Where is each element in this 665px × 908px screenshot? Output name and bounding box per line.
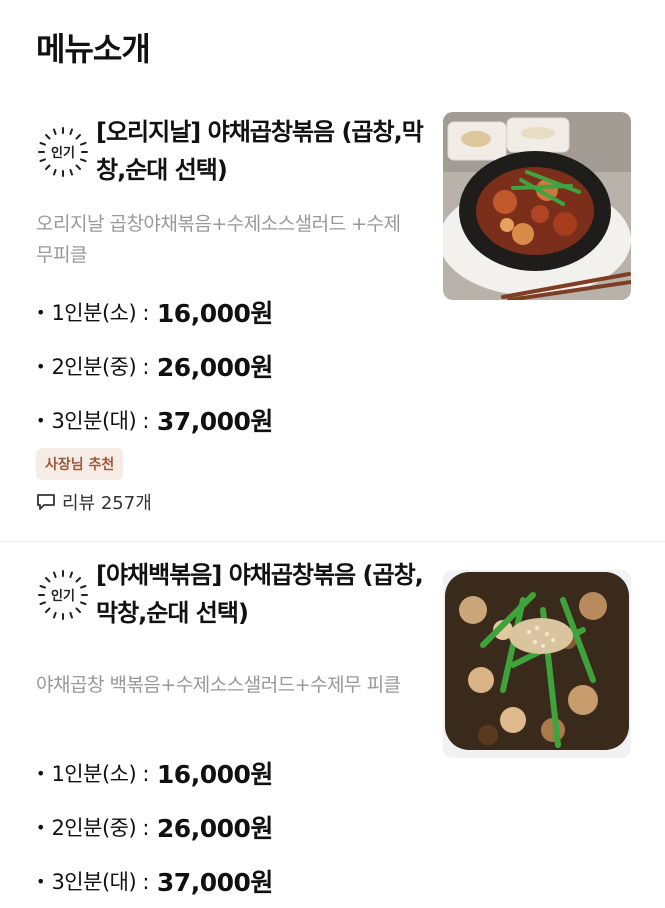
item-description: 야채곱창 백볶음+수제소스샐러드+수제무 피클 (36, 674, 401, 696)
portion-size: 1인분(소) : (51, 762, 149, 786)
price-list: • 1인분(소) : 16,000원 • 2인분(중) : 26,000원 • … (36, 285, 273, 447)
review-count[interactable]: 리뷰 257개 (36, 489, 152, 515)
section-title: 메뉴소개 (36, 30, 151, 68)
review-count-label: 리뷰 257개 (62, 493, 152, 514)
portion-price: 26,000원 (156, 814, 273, 843)
portion-size: 3인분(대) : (51, 870, 149, 894)
portion-price: 26,000원 (156, 353, 273, 382)
portion-size: 2인분(중) : (51, 816, 149, 840)
popular-badge-ring-icon: 인기 (38, 127, 88, 177)
price-list: • 1인분(소) : 16,000원 • 2인분(중) : 26,000원 • … (36, 746, 273, 908)
portion-price: 16,000원 (156, 760, 273, 789)
portion-size: 1인분(소) : (51, 301, 149, 325)
owner-recommend-tag: 사장님 추천 (36, 448, 124, 480)
white-stirfry-gopchang-photo (443, 570, 631, 758)
price-row: • 3인분(대) : 37,000원 (36, 854, 273, 908)
item-title: [오리지날] 야채곱창볶음 (곱창,막창,순대 선택) (96, 118, 424, 184)
menu-item-original[interactable]: 인기 [오리지날] 야채곱창볶음 (곱창,막창,순대 선택) 오리지날 곱창야채… (0, 105, 665, 542)
item-title: [야채백볶음] 야채곱창볶음 (곱창,막창,순대 선택) (96, 561, 424, 627)
food-photo[interactable] (443, 570, 631, 758)
portion-price: 16,000원 (156, 299, 273, 328)
item-description: 오리지날 곱창야채볶음+수제소스샐러드 +수제무피클 (36, 213, 401, 266)
popular-badge-label: 인기 (51, 588, 75, 604)
popular-badge-ring-icon: 인기 (38, 570, 88, 620)
price-row: • 2인분(중) : 26,000원 (36, 339, 273, 393)
portion-price: 37,000원 (156, 407, 273, 436)
portion-size: 2인분(중) : (51, 355, 149, 379)
food-photo[interactable] (443, 112, 631, 300)
price-row: • 2인분(중) : 26,000원 (36, 800, 273, 854)
price-row: • 3인분(대) : 37,000원 (36, 393, 273, 447)
price-row: • 1인분(소) : 16,000원 (36, 746, 273, 800)
speech-bubble-icon (37, 494, 55, 510)
popular-badge: 인기 (36, 568, 90, 622)
menu-item-white-stirfry[interactable]: 인기 [야채백볶음] 야채곱창볶음 (곱창,막창,순대 선택) 야채곱창 백볶음… (0, 548, 665, 901)
stir-fried-gopchang-photo (443, 112, 631, 300)
portion-price: 37,000원 (156, 868, 273, 897)
portion-size: 3인분(대) : (51, 409, 149, 433)
popular-badge-label: 인기 (51, 145, 75, 161)
price-row: • 1인분(소) : 16,000원 (36, 285, 273, 339)
popular-badge: 인기 (36, 125, 90, 179)
